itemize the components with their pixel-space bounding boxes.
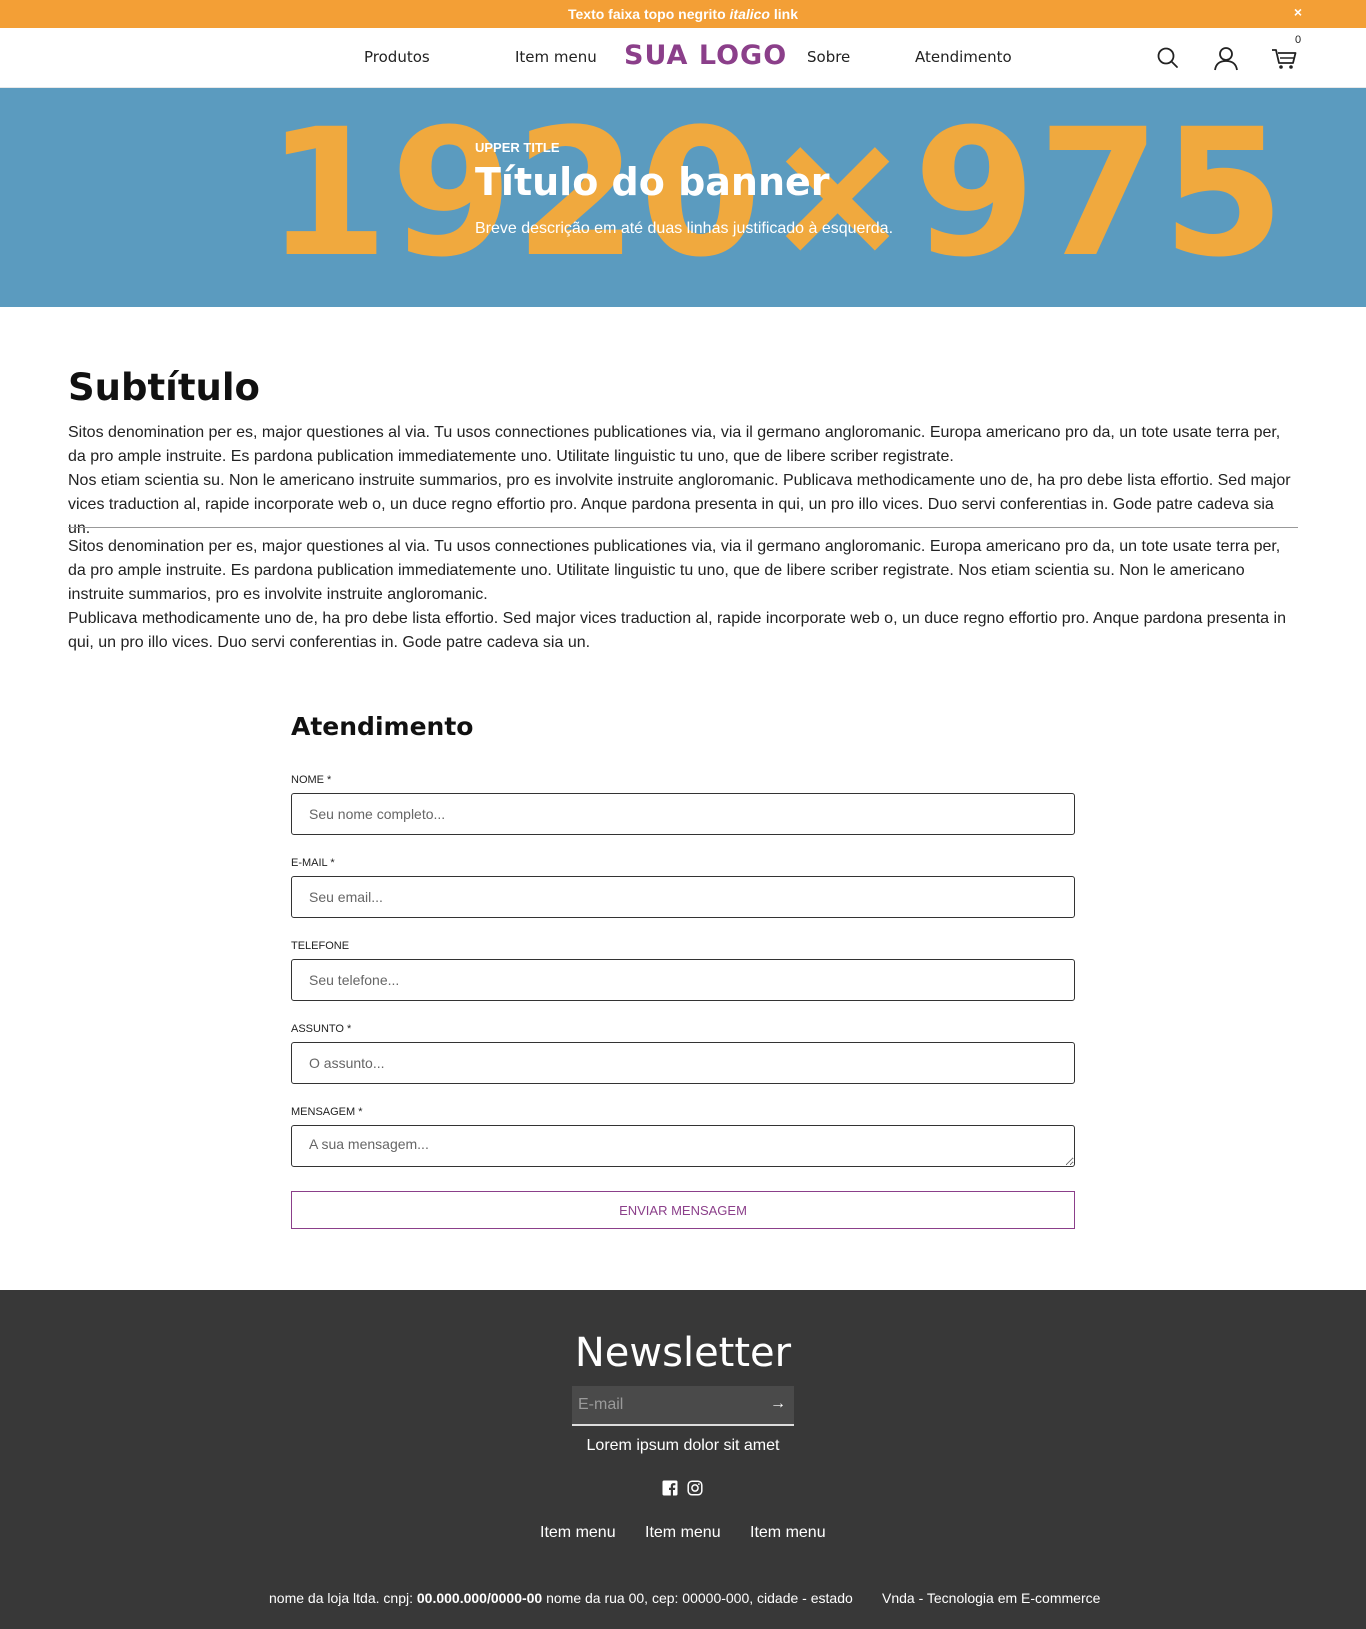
nav-item-atendimento[interactable]: Atendimento <box>915 48 1012 66</box>
close-icon[interactable]: × <box>1294 4 1302 20</box>
nav-item-produtos[interactable]: Produtos <box>364 48 430 66</box>
newsletter-title: Newsletter <box>574 1330 792 1376</box>
footer-menu-item[interactable]: Item menu <box>540 1524 616 1542</box>
subject-label: ASSUNTO * <box>291 1023 352 1035</box>
phone-label: TELEFONE <box>291 940 350 952</box>
legal-info: nome da loja ltda. cnpj: 00.000.000/0000… <box>269 1590 853 1606</box>
hero-banner[interactable]: 1920×975 UPPER TITLE Título do banner Br… <box>0 88 1366 307</box>
site-footer: Newsletter → Lorem ipsum dolor sit amet … <box>0 1290 1366 1629</box>
message-label: MENSAGEM * <box>291 1106 363 1118</box>
page-subtitle: Subtítulo <box>68 366 260 409</box>
announcement-bar: Texto faixa topo negrito italico link × <box>0 0 1366 28</box>
cart-icon[interactable] <box>1270 44 1298 72</box>
nav-item-menu[interactable]: Item menu <box>515 48 597 66</box>
user-icon[interactable] <box>1212 44 1240 72</box>
banner-description: Breve descrição em até duas linhas justi… <box>475 220 894 237</box>
subject-field[interactable] <box>291 1042 1075 1084</box>
banner-upper-title: UPPER TITLE <box>475 140 560 155</box>
legal-address: nome da rua 00, cep: 00000-000, cidade -… <box>542 1590 853 1606</box>
announcement-text: Texto faixa topo negrito <box>567 6 730 22</box>
nav-item-sobre[interactable]: Sobre <box>807 48 850 66</box>
divider <box>68 527 1298 528</box>
announcement-link[interactable]: Texto faixa topo negrito italico link <box>568 6 798 22</box>
vnda-credit-link[interactable]: Vnda - Tecnologia em E-commerce <box>882 1590 1100 1606</box>
facebook-icon[interactable] <box>662 1480 678 1496</box>
name-label: NOME * <box>291 774 332 786</box>
paragraph-4: Publicava methodicamente uno de, ha pro … <box>68 610 1286 651</box>
paragraph-3: Sitos denomination per es, major questio… <box>68 538 1281 603</box>
newsletter-form: → <box>572 1386 794 1426</box>
search-icon[interactable] <box>1154 44 1182 72</box>
send-message-button[interactable]: ENVIAR MENSAGEM <box>291 1191 1075 1229</box>
cart-count-badge: 0 <box>1295 34 1302 46</box>
name-field[interactable] <box>291 793 1075 835</box>
site-logo[interactable]: SUA LOGO <box>624 40 787 71</box>
legal-prefix: nome da loja ltda. cnpj: <box>269 1590 417 1606</box>
paragraph-2: Nos etiam scientia su. Non le americano … <box>68 472 1291 537</box>
newsletter-tagline: Lorem ipsum dolor sit amet <box>586 1437 780 1454</box>
newsletter-email-input[interactable] <box>572 1386 762 1424</box>
email-field[interactable] <box>291 876 1075 918</box>
banner-title: Título do banner <box>475 160 830 204</box>
paragraph-1: Sitos denomination per es, major questio… <box>68 424 1281 465</box>
legal-cnpj: 00.000.000/0000-00 <box>416 1590 543 1606</box>
form-title: Atendimento <box>291 712 474 741</box>
announcement-link-text: link <box>769 6 798 22</box>
phone-field[interactable] <box>291 959 1075 1001</box>
email-label: E-MAIL * <box>291 857 335 869</box>
message-field[interactable] <box>291 1125 1075 1167</box>
announcement-italic: italico <box>729 6 770 22</box>
instagram-icon[interactable] <box>687 1480 703 1496</box>
footer-menu-item[interactable]: Item menu <box>750 1524 826 1542</box>
footer-menu-item[interactable]: Item menu <box>645 1524 721 1542</box>
site-header: Produtos Item menu SUA LOGO Sobre Atendi… <box>0 28 1366 88</box>
arrow-right-icon[interactable]: → <box>770 1395 786 1413</box>
